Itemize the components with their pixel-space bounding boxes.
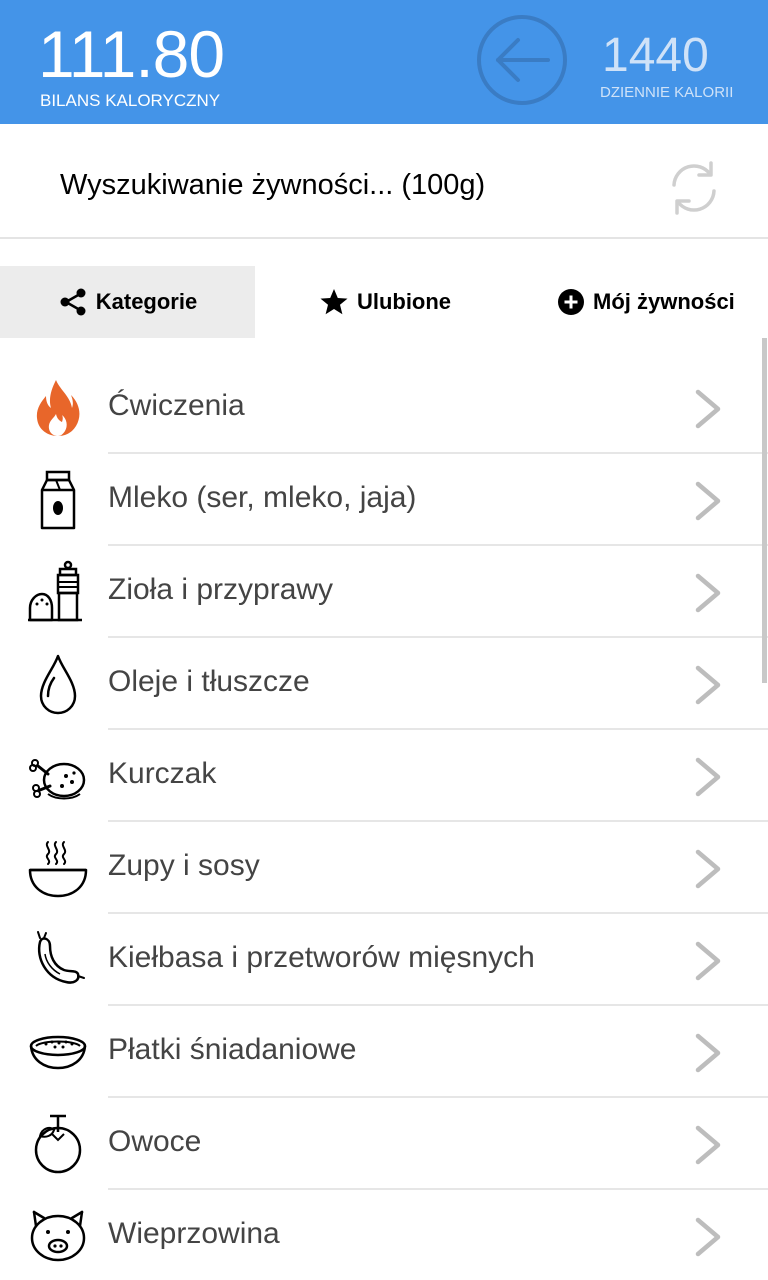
food-search-row[interactable]: Wyszukiwanie żywności... (100g) [0,124,768,239]
category-list: Ćwiczenia Mleko (ser, mleko, jaja) Zioła… [0,362,768,1280]
refresh-button[interactable] [664,158,724,218]
category-label: Mleko (ser, mleko, jaja) [108,481,417,514]
category-label: Wieprzowina [108,1217,280,1250]
category-item-soups[interactable]: Zupy i sosy [0,822,768,914]
plus-circle-icon [558,289,584,315]
tab-categories-label: Kategorie [95,289,198,314]
calorie-balance-value: 111.80 [38,17,225,91]
chevron-right-icon [695,665,721,705]
chevron-right-icon [695,849,721,889]
category-item-herbs[interactable]: Zioła i przyprawy [0,546,768,638]
category-label: Kurczak [108,757,217,790]
roast-chicken-icon [29,759,86,800]
arrow-left-circle-icon [477,15,567,105]
daily-calories-label: DZIENNIE KALORII [600,84,734,101]
daily-calories-value: 1440 [602,29,709,82]
category-label: Zioła i przyprawy [108,573,334,606]
chevron-right-icon [695,389,721,429]
share-icon [60,288,86,316]
flame-icon [36,380,80,436]
category-item-fruits[interactable]: Owoce [0,1098,768,1190]
chevron-right-icon [695,1125,721,1165]
oil-drop-icon [39,654,77,715]
tab-favorites[interactable]: Ulubione [255,266,515,338]
soup-bowl-icon [28,841,88,898]
category-label: Kiełbasa i przetworów mięsnych [108,941,535,974]
category-item-cereals[interactable]: Płatki śniadaniowe [0,1006,768,1098]
category-label: Oleje i tłuszcze [108,665,310,698]
tab-favorites-label: Ulubione [356,289,452,314]
refresh-icon [672,161,716,215]
back-button[interactable] [476,14,568,106]
cereal-bowl-icon [29,1035,87,1070]
category-label: Zupy i sosy [108,849,260,882]
sausage-icon [37,931,85,984]
header-bar: 111.80 BILANS KALORYCZNY 1440 DZIENNIE K… [0,0,768,124]
calorie-balance-label: BILANS KALORYCZNY [40,91,221,110]
chevron-right-icon [695,1217,721,1257]
list-scrollbar[interactable] [762,338,767,683]
spice-grinder-icon [28,560,82,622]
category-item-dairy[interactable]: Mleko (ser, mleko, jaja) [0,454,768,546]
category-tabs: Kategorie Ulubione Mój żywności [0,266,768,338]
category-item-oils[interactable]: Oleje i tłuszcze [0,638,768,730]
fruit-icon [34,1114,82,1174]
chevron-right-icon [695,757,721,797]
milk-carton-icon [40,470,76,530]
tab-my-food-label: Mój żywności [593,289,735,314]
category-label: Płatki śniadaniowe [108,1033,357,1066]
pig-icon [30,1210,86,1262]
category-label: Owoce [108,1125,202,1158]
tab-my-food[interactable]: Mój żywności [515,266,768,338]
chevron-right-icon [695,573,721,613]
chevron-right-icon [695,941,721,981]
category-label: Ćwiczenia [108,389,245,422]
food-search-text[interactable]: Wyszukiwanie żywności... (100g) [60,168,485,202]
star-icon [320,289,348,315]
chevron-right-icon [695,481,721,521]
tab-categories[interactable]: Kategorie [0,266,255,338]
category-item-sausage[interactable]: Kiełbasa i przetworów mięsnych [0,914,768,1006]
category-item-pork[interactable]: Wieprzowina [0,1190,768,1280]
category-item-chicken[interactable]: Kurczak [0,730,768,822]
category-item-exercise[interactable]: Ćwiczenia [0,362,768,454]
chevron-right-icon [695,1033,721,1073]
